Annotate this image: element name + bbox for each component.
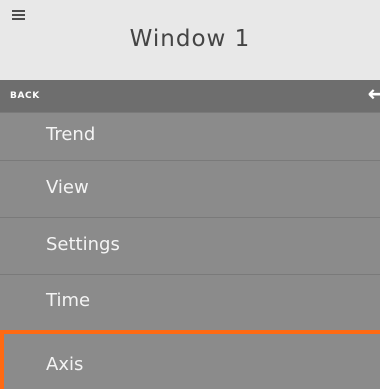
hamburger-icon[interactable] <box>12 10 25 21</box>
hamburger-line <box>12 18 25 20</box>
menu-item-time[interactable]: Time <box>0 274 380 330</box>
menu-item-settings[interactable]: Settings <box>0 217 380 274</box>
menu-item-label: View <box>46 177 89 198</box>
menu-item-label: Settings <box>46 234 120 255</box>
hamburger-line <box>12 14 25 16</box>
back-label: BACK <box>10 91 40 101</box>
menu-item-trend[interactable]: Trend <box>0 112 380 160</box>
arrow-left-icon: ← <box>367 82 380 107</box>
back-button[interactable]: BACK ← <box>0 80 380 112</box>
menu-item-label: Time <box>46 290 91 311</box>
window-title: Window 1 <box>129 26 251 52</box>
menu-item-label: Axis <box>46 354 84 375</box>
window-header: Window 1 <box>0 0 380 80</box>
menu-item-label: Trend <box>46 124 96 145</box>
hamburger-line <box>12 10 25 12</box>
menu-item-axis[interactable]: Axis <box>0 330 380 389</box>
menu-item-view[interactable]: View <box>0 160 380 217</box>
side-menu: BACK ← Trend View Settings Time Axis <box>0 80 380 389</box>
